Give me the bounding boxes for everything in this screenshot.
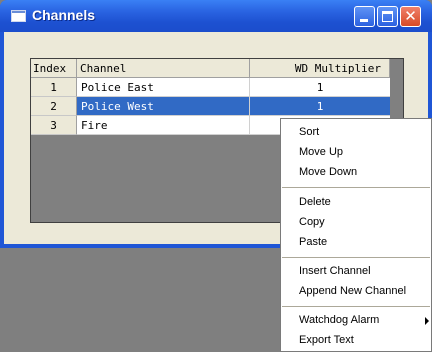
menu-separator [282,187,430,188]
row-index-cell[interactable]: 1 [31,78,77,97]
channel-cell[interactable]: Fire [77,116,250,135]
menu-item-watchdog-alarm[interactable]: Watchdog Alarm [281,311,431,330]
window-title: Channels [32,7,96,23]
column-header-wd-multiplier[interactable]: WD Multiplier [250,59,390,78]
grid-header-row: Index Channel WD Multiplier [31,59,403,78]
window-icon [11,10,26,22]
wd-multiplier-cell[interactable]: 1 [250,97,390,116]
menu-item-insert-channel[interactable]: Insert Channel [281,262,431,281]
menu-item-move-down[interactable]: Move Down [281,163,431,182]
context-menu: Sort Move Up Move Down Delete Copy Paste… [280,118,432,352]
maximize-button[interactable] [377,6,398,27]
column-header-channel[interactable]: Channel [77,59,250,78]
column-header-index[interactable]: Index [31,59,77,78]
minimize-icon [360,19,368,22]
menu-item-sort[interactable]: Sort [281,123,431,142]
row-index-cell[interactable]: 2 [31,97,77,116]
menu-item-paste[interactable]: Paste [281,233,431,252]
row-index-cell[interactable]: 3 [31,116,77,135]
close-button[interactable]: ✕ [400,6,421,27]
table-row-selected[interactable]: 2 Police West 1 [31,97,403,116]
table-row[interactable]: 1 Police East 1 [31,78,403,97]
maximize-icon [382,11,393,22]
menu-item-label: Watchdog Alarm [299,314,380,326]
menu-item-delete[interactable]: Delete [281,193,431,212]
close-icon: ✕ [404,7,417,25]
channel-cell[interactable]: Police East [77,78,250,97]
menu-item-move-up[interactable]: Move Up [281,143,431,162]
menu-item-export-text[interactable]: Export Text [281,331,431,350]
chevron-right-icon [425,317,429,325]
wd-multiplier-cell[interactable]: 1 [250,78,390,97]
menu-item-append-new-channel[interactable]: Append New Channel [281,282,431,301]
menu-separator [282,306,430,307]
menu-separator [282,257,430,258]
minimize-button[interactable] [354,6,375,27]
channel-cell[interactable]: Police West [77,97,250,116]
menu-item-copy[interactable]: Copy [281,213,431,232]
title-bar[interactable]: Channels ✕ [0,0,432,32]
